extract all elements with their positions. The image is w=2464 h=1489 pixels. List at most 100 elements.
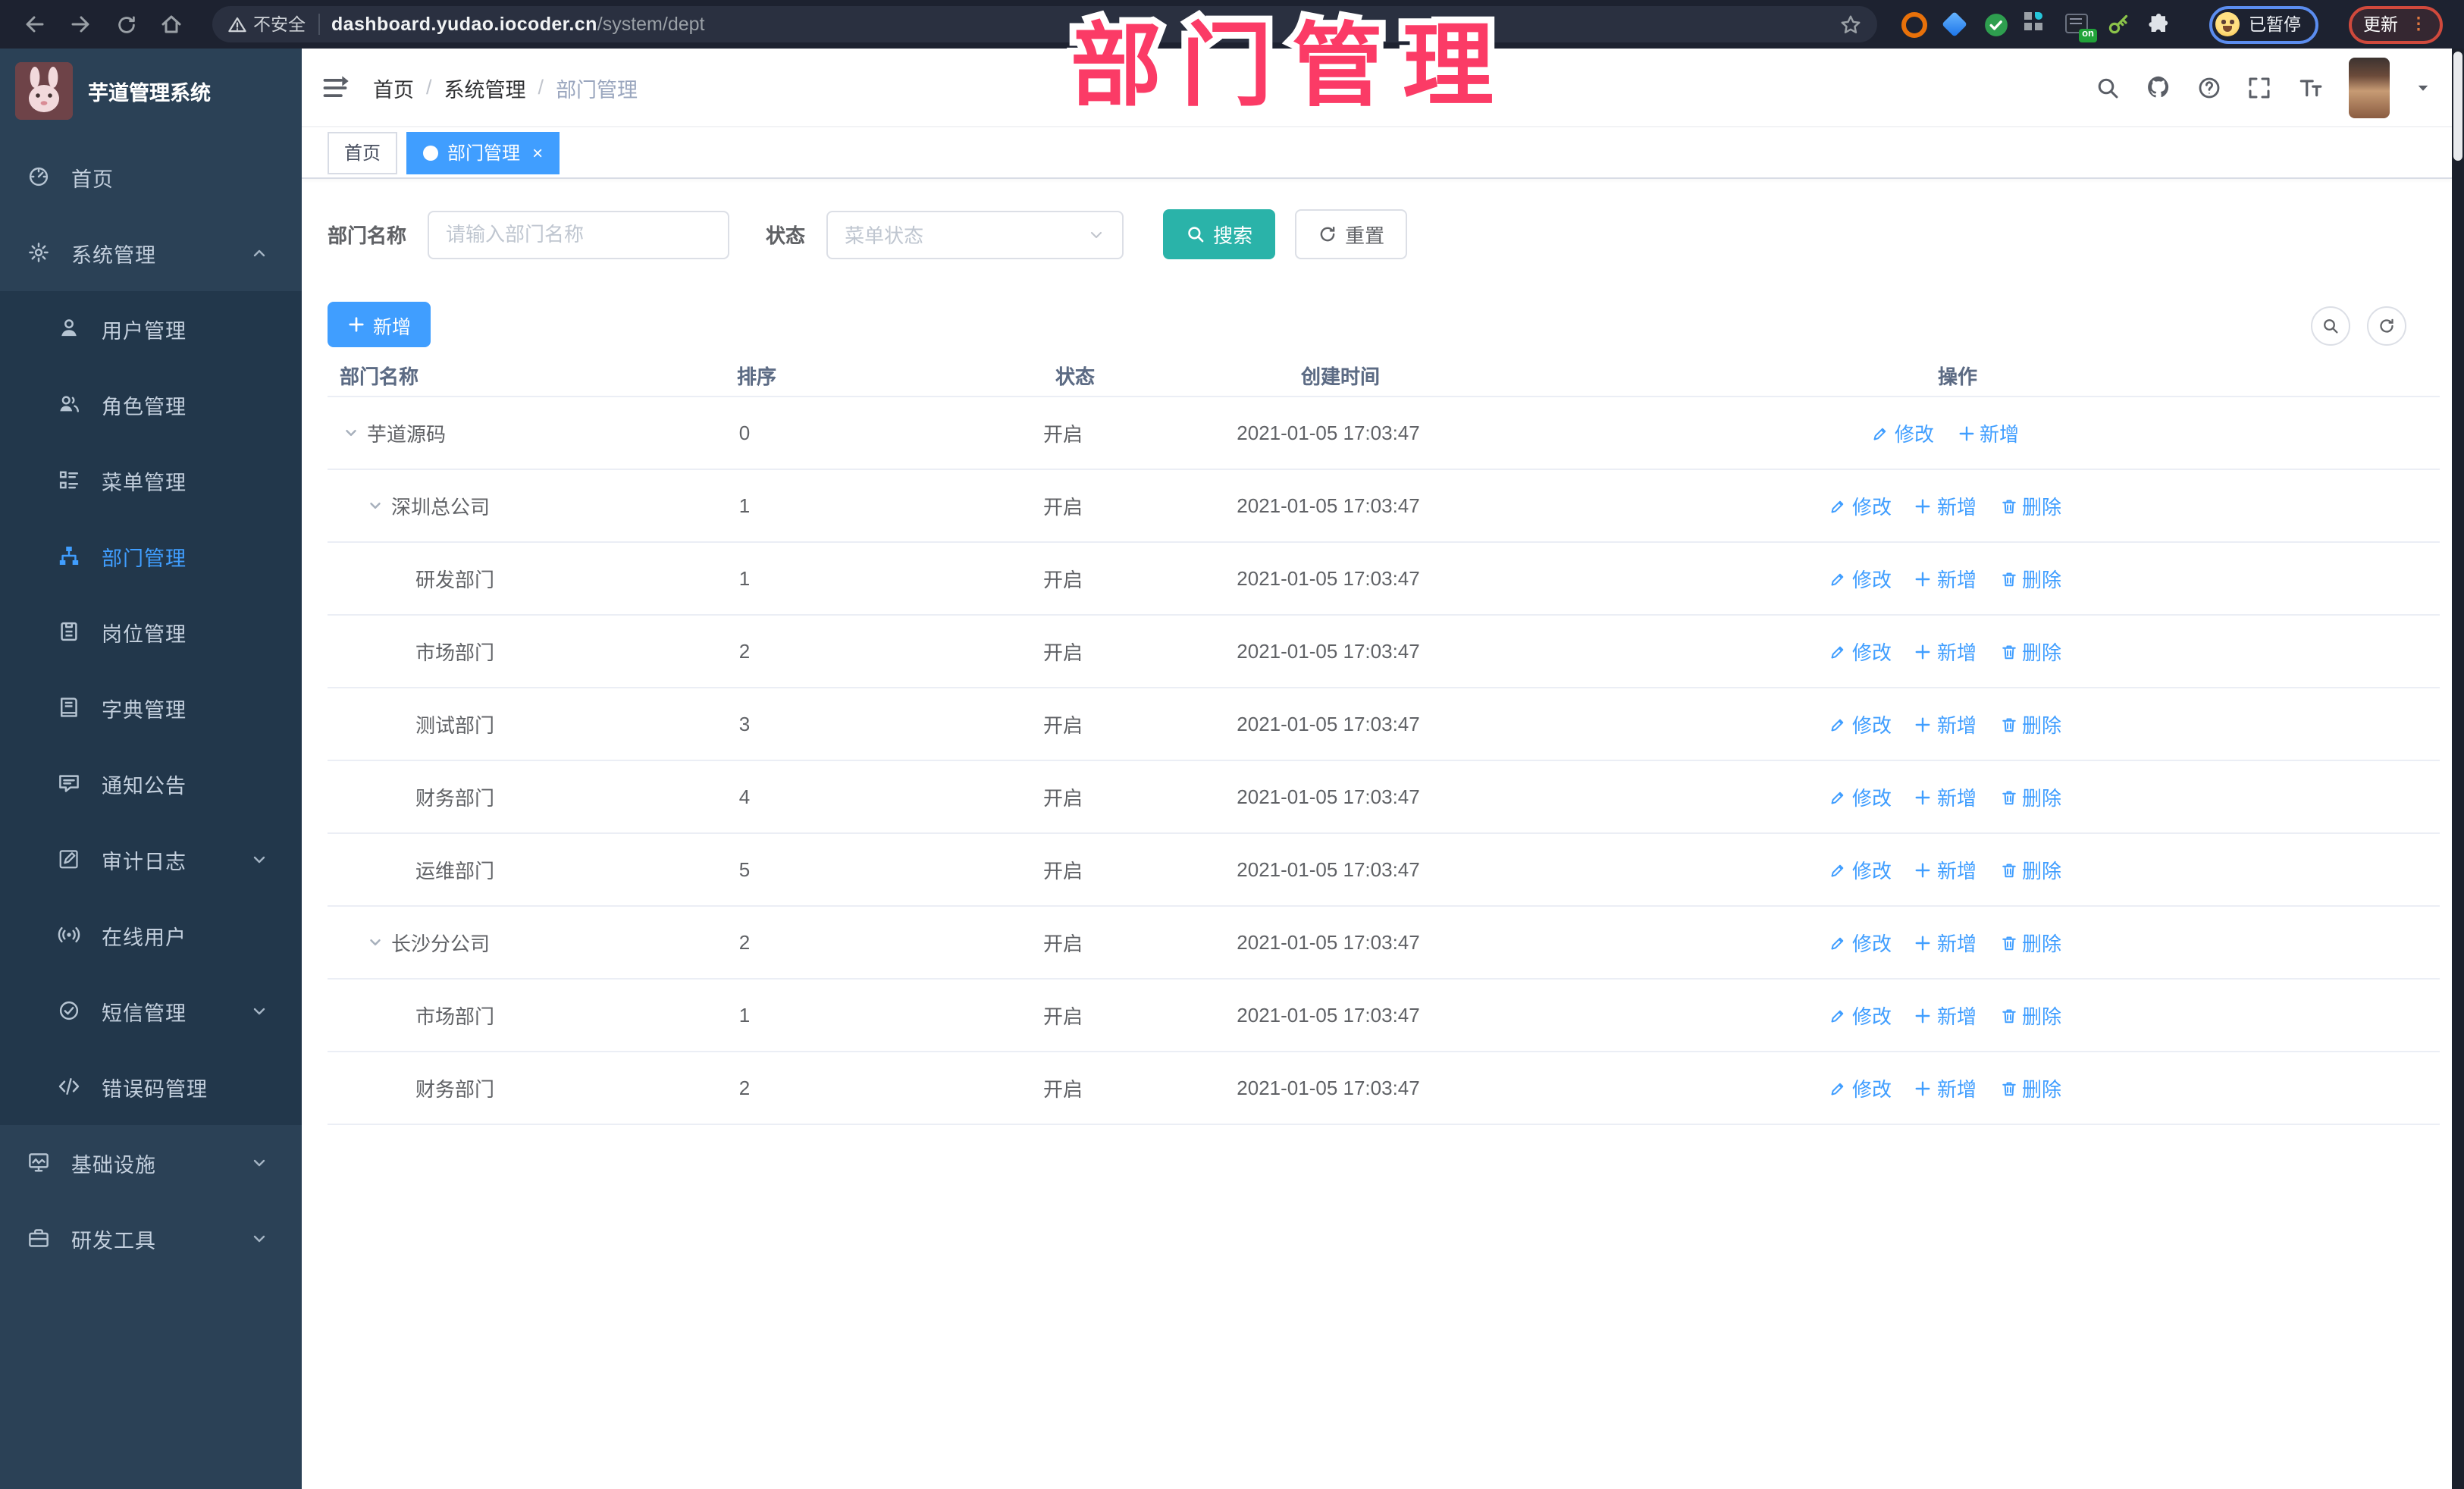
fullscreen-icon[interactable] [2247,75,2271,99]
browser-profile-chip[interactable]: 已暂停 [2209,5,2318,43]
tab-close-icon[interactable]: × [532,143,543,161]
hamburger-icon[interactable] [321,74,349,101]
modify-link[interactable]: 修改 [1872,418,1934,447]
add-child-link[interactable]: 新增 [1914,1074,1977,1102]
search-button[interactable]: 搜索 [1163,209,1276,259]
delete-link[interactable]: 删除 [1999,491,2061,520]
sidebar-item[interactable]: 菜单管理 [0,443,302,519]
browser-home-icon[interactable] [152,5,191,44]
security-warning[interactable]: 不安全 [227,12,306,36]
table-row[interactable]: 芋道源码 0 开启 2021-01-05 17:03:47 修改 新增 [328,397,2440,470]
browser-reload-icon[interactable] [106,5,146,44]
delete-link[interactable]: 删除 [1999,928,2061,957]
refresh-table-icon[interactable] [2367,306,2406,346]
modify-link[interactable]: 修改 [1829,782,1892,811]
modify-link[interactable]: 修改 [1829,928,1892,957]
modify-link[interactable]: 修改 [1829,564,1892,593]
font-size-icon[interactable] [2297,74,2323,100]
add-child-link[interactable]: 新增 [1957,418,2019,447]
scrollbar-thumb[interactable] [2453,52,2462,161]
extension-grid-icon[interactable] [2024,11,2050,37]
dept-name-input[interactable] [428,210,730,259]
extensions-puzzle-icon[interactable] [2147,11,2173,37]
view-tab[interactable]: 部门管理 × [406,131,560,174]
sidebar-item[interactable]: 基础设施 [0,1125,302,1201]
user-icon [58,317,82,341]
table-row[interactable]: 运维部门 5 开启 2021-01-05 17:03:47 修改 新增 删除 [328,834,2440,907]
status-select[interactable]: 菜单状态 [826,210,1124,259]
sidebar-item[interactable]: 字典管理 [0,670,302,746]
expand-chevron-icon[interactable] [367,934,384,951]
extension-check-icon[interactable] [1983,11,2009,37]
expand-chevron-icon[interactable] [367,497,384,514]
add-child-link[interactable]: 新增 [1914,491,1977,520]
modify-link[interactable]: 修改 [1829,1001,1892,1030]
search-icon[interactable] [2096,75,2120,99]
sidebar-item[interactable]: 在线用户 [0,898,302,973]
extension-ring-icon[interactable] [1901,11,1927,37]
extension-key-icon[interactable] [2106,11,2132,37]
toggle-search-icon[interactable] [2311,306,2350,346]
browser-forward-icon[interactable] [61,5,100,44]
browser-menu-dots-icon[interactable]: ⋮ [2410,15,2427,33]
delete-link[interactable]: 删除 [1999,1001,2061,1030]
add-child-link[interactable]: 新增 [1914,928,1977,957]
expand-chevron-icon[interactable] [343,425,359,441]
app-logo-row[interactable]: 芋道管理系统 [0,49,302,133]
page-scrollbar[interactable] [2452,49,2464,1489]
table-row[interactable]: 市场部门 2 开启 2021-01-05 17:03:47 修改 新增 删除 [328,616,2440,688]
browser-update-button[interactable]: 更新 ⋮ [2348,5,2442,43]
user-avatar[interactable] [2349,57,2390,118]
delete-link[interactable]: 删除 [1999,1074,2061,1102]
add-child-link[interactable]: 新增 [1914,564,1977,593]
help-icon[interactable] [2197,75,2221,99]
delete-link[interactable]: 删除 [1999,710,2061,738]
avatar-caret-down-icon[interactable] [2415,80,2431,95]
table-row[interactable]: 财务部门 4 开启 2021-01-05 17:03:47 修改 新增 删除 [328,761,2440,834]
table-row[interactable]: 深圳总公司 1 开启 2021-01-05 17:03:47 修改 新增 删除 [328,470,2440,543]
add-button[interactable]: 新增 [328,302,431,347]
breadcrumb-system[interactable]: 系统管理 [444,72,526,102]
sidebar-item[interactable]: 错误码管理 [0,1049,302,1125]
sidebar-item[interactable]: 研发工具 [0,1201,302,1277]
github-icon[interactable] [2146,74,2171,100]
table-row[interactable]: 测试部门 3 开启 2021-01-05 17:03:47 修改 新增 删除 [328,688,2440,761]
add-child-link[interactable]: 新增 [1914,710,1977,738]
sidebar-item[interactable]: 用户管理 [0,291,302,367]
delete-link[interactable]: 删除 [1999,637,2061,666]
modify-link[interactable]: 修改 [1829,1074,1892,1102]
add-child-link[interactable]: 新增 [1914,782,1977,811]
sidebar-item[interactable]: 岗位管理 [0,594,302,670]
address-bar[interactable]: 不安全 dashboard.yudao.iocoder.cn/system/de… [212,6,1877,42]
table-row[interactable]: 研发部门 1 开启 2021-01-05 17:03:47 修改 新增 删除 [328,543,2440,616]
sidebar-item[interactable]: 短信管理 [0,973,302,1049]
delete-link[interactable]: 删除 [1999,782,2061,811]
sidebar-item[interactable]: 首页 [0,139,302,215]
table-row[interactable]: 财务部门 2 开启 2021-01-05 17:03:47 修改 新增 删除 [328,1052,2440,1125]
modify-link[interactable]: 修改 [1829,710,1892,738]
modify-link[interactable]: 修改 [1829,491,1892,520]
table-row[interactable]: 长沙分公司 2 开启 2021-01-05 17:03:47 修改 新增 删除 [328,907,2440,980]
extension-on-badge-icon[interactable]: on [2065,11,2097,42]
sidebar-item[interactable]: 角色管理 [0,367,302,443]
table-row[interactable]: 市场部门 1 开启 2021-01-05 17:03:47 修改 新增 删除 [328,980,2440,1052]
add-child-link[interactable]: 新增 [1914,855,1977,884]
add-child-link[interactable]: 新增 [1914,637,1977,666]
breadcrumb-home[interactable]: 首页 [373,72,414,102]
extension-gem-icon[interactable] [1942,11,1968,37]
reset-button[interactable]: 重置 [1295,209,1408,259]
bookmark-star-icon[interactable] [1839,13,1862,36]
delete-link[interactable]: 删除 [1999,564,2061,593]
sidebar-item[interactable]: 系统管理 [0,215,302,291]
modify-link[interactable]: 修改 [1829,855,1892,884]
sidebar-item[interactable]: 部门管理 [0,519,302,594]
dept-created-time: 2021-01-05 17:03:47 [1237,1004,1420,1027]
dept-name-label: 部门名称 [328,224,407,247]
modify-link[interactable]: 修改 [1829,637,1892,666]
sidebar-item[interactable]: 审计日志 [0,822,302,898]
view-tab[interactable]: 首页 [328,131,398,174]
browser-back-icon[interactable] [15,5,55,44]
add-child-link[interactable]: 新增 [1914,1001,1977,1030]
sidebar-item[interactable]: 通知公告 [0,746,302,822]
delete-link[interactable]: 删除 [1999,855,2061,884]
